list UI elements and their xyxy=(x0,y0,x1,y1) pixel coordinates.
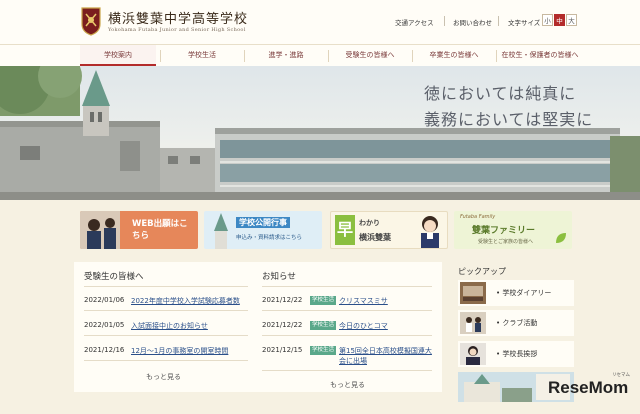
pickup-clubs[interactable]: • クラブ活動 xyxy=(458,310,574,336)
motto-line-1: 徳においては純真に xyxy=(424,84,577,103)
school-name-en: Yokohama Futaba Junior and Senior High S… xyxy=(108,27,246,33)
applicants-row-date: 2021/12/16 xyxy=(84,346,125,354)
pickup-diary[interactable]: • 学校ダイアリー xyxy=(458,280,574,306)
access-link[interactable]: 交通アクセス xyxy=(395,17,434,27)
row-divider xyxy=(262,335,432,336)
nav-alumni[interactable]: 卒業生の皆様へ xyxy=(416,45,492,66)
futaba-family-en: Futaba Family xyxy=(460,214,496,220)
nav-divider xyxy=(328,50,329,62)
news-section-title: お知らせ xyxy=(262,272,296,282)
util-divider xyxy=(444,16,445,26)
resemom-watermark: ReseMom xyxy=(548,378,629,397)
applicants-row-link[interactable]: 入試面接中止のお知らせ xyxy=(131,321,208,331)
student-character-icon xyxy=(421,216,439,248)
font-size-large-button[interactable]: 大 xyxy=(566,14,577,26)
news-row-date: 2021/12/22 xyxy=(262,321,303,329)
site-header: 横浜雙葉中学高等学校 Yokohama Futaba Junior and Se… xyxy=(0,0,640,44)
nav-divider xyxy=(412,50,413,62)
news-row-link[interactable]: クリスマスミサ xyxy=(339,296,388,306)
futaba-family-banner[interactable]: Futaba Family 雙葉ファミリー 受験生とご家族の皆様へ xyxy=(454,211,572,249)
news-row-link[interactable]: 今日のひとコマ xyxy=(339,321,388,331)
chapel-icon xyxy=(214,213,228,249)
section-divider xyxy=(262,286,432,287)
nav-career[interactable]: 進学・進路 xyxy=(248,45,324,66)
util-divider xyxy=(498,16,499,26)
clubs-thumbnail xyxy=(460,312,486,334)
nav-school-life[interactable]: 学校生活 xyxy=(164,45,240,66)
news-row-date: 2021/12/22 xyxy=(262,296,303,304)
pickup-principal-label: • 学校長挨拶 xyxy=(496,350,538,358)
nav-applicants[interactable]: 受験生の皆様へ xyxy=(332,45,408,66)
nav-divider xyxy=(160,50,161,62)
applicants-section-title: 受験生の皆様へ xyxy=(84,272,144,282)
futaba-family-sub: 受験生とご家族の皆様へ xyxy=(478,239,534,245)
principal-thumbnail xyxy=(460,343,486,365)
leaf-icon xyxy=(556,233,566,243)
school-events-banner[interactable]: 学校公開行事 申込み・資料請求はこちら xyxy=(204,211,322,249)
applicants-row-date: 2022/01/06 xyxy=(84,296,125,304)
font-size-medium-button[interactable]: 中 xyxy=(554,14,565,26)
font-size-label: 文字サイズ xyxy=(508,19,541,27)
pickup-principal[interactable]: • 学校長挨拶 xyxy=(458,341,574,367)
news-row-tag: 学校生活 xyxy=(310,296,337,305)
pickup-title: ピックアップ xyxy=(458,267,506,276)
content-panel: 受験生の皆様へ 2022/01/06 2022年度中学校入学試験応募者数 202… xyxy=(74,262,442,392)
row-divider xyxy=(262,370,432,371)
easy-big-char: 早 xyxy=(335,215,355,245)
applicants-more-link[interactable]: もっと見る xyxy=(146,372,181,382)
main-nav: 学校案内 学校生活 進学・進路 受験生の皆様へ 卒業生の皆様へ 在校生・保護者の… xyxy=(0,44,640,66)
news-row-tag: 学校生活 xyxy=(310,346,337,355)
easy-futaba-label-2: 横浜雙葉 xyxy=(359,233,391,242)
school-name[interactable]: 横浜雙葉中学高等学校 xyxy=(108,8,248,27)
news-row-link[interactable]: 第15回全日本高校模擬国連大会に出場 xyxy=(339,346,435,366)
applicants-row-date: 2022/01/05 xyxy=(84,321,125,329)
web-application-label: WEB出願はこちら xyxy=(132,219,188,241)
row-divider xyxy=(84,310,248,311)
students-photo-icon xyxy=(80,211,120,249)
motto-line-2: 義務においては堅実に xyxy=(424,110,594,129)
font-size-small-button[interactable]: 小 xyxy=(542,14,553,26)
section-divider xyxy=(84,286,248,287)
easy-futaba-label-1: わかり xyxy=(359,219,380,227)
school-crest-icon[interactable] xyxy=(80,6,102,36)
news-row-date: 2021/12/15 xyxy=(262,346,303,354)
diary-thumbnail xyxy=(460,282,486,304)
hero-image: 徳においては純真に 義務においては堅実に xyxy=(0,66,640,200)
row-divider xyxy=(262,310,432,311)
row-divider xyxy=(84,360,248,361)
nav-divider xyxy=(244,50,245,62)
row-divider xyxy=(84,335,248,336)
contact-link[interactable]: お問い合わせ xyxy=(453,17,492,27)
futaba-family-label: 雙葉ファミリー xyxy=(472,226,536,236)
school-events-sub: 申込み・資料請求はこちら xyxy=(236,235,303,241)
school-events-label: 学校公開行事 xyxy=(236,217,290,228)
pickup-diary-label: • 学校ダイアリー xyxy=(496,289,552,297)
web-application-banner[interactable]: WEB出願はこちら xyxy=(80,211,198,249)
applicants-row-link[interactable]: 12月～1月の事務室の開室時間 xyxy=(131,346,228,356)
nav-divider xyxy=(496,50,497,62)
nav-about[interactable]: 学校案内 xyxy=(80,45,156,66)
applicants-row-link[interactable]: 2022年度中学校入学試験応募者数 xyxy=(131,296,240,306)
pickup-clubs-label: • クラブ活動 xyxy=(496,319,538,327)
easy-futaba-banner[interactable]: 早 わかり 横浜雙葉 xyxy=(330,211,448,249)
nav-students-parents[interactable]: 在校生・保護者の皆様へ xyxy=(500,45,580,66)
resemom-watermark-jp: リセマム xyxy=(612,373,630,378)
news-more-link[interactable]: もっと見る xyxy=(330,380,365,390)
news-row-tag: 学校生活 xyxy=(310,321,337,330)
